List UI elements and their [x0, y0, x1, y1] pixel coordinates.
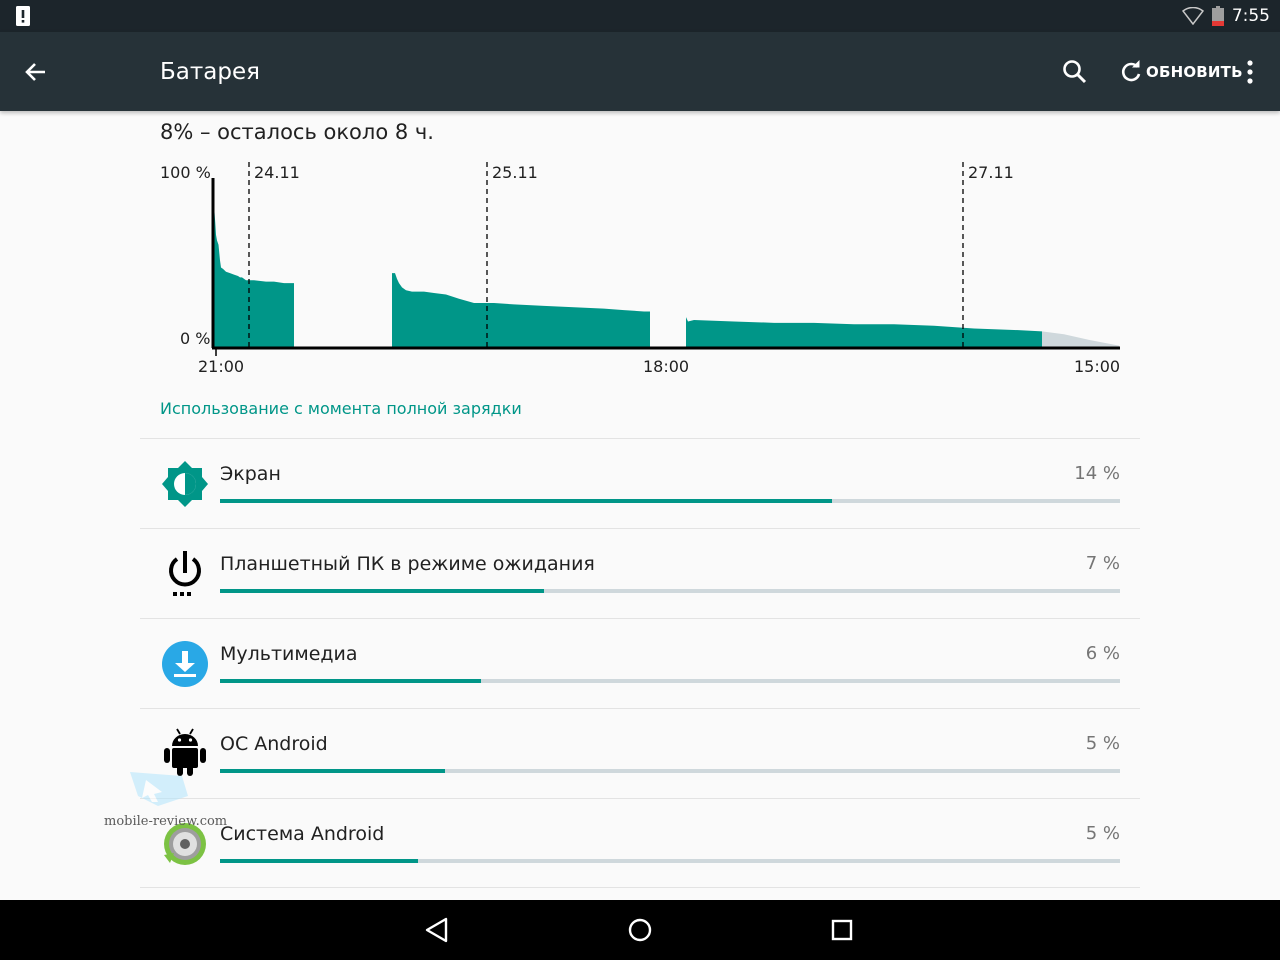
battery-level-segment	[686, 317, 1042, 347]
usage-bar	[220, 499, 1120, 503]
arrow-back-icon[interactable]	[20, 56, 52, 88]
x-label-15-00: 15:00	[1074, 357, 1120, 376]
date-marker-24-11: 24.11	[254, 163, 300, 182]
y-label-100: 100 %	[160, 163, 211, 182]
battery-level-segment	[392, 273, 650, 347]
usage-label: ОС Android	[220, 733, 328, 755]
nav-back-icon[interactable]	[423, 916, 451, 944]
more-vert-icon[interactable]	[1238, 58, 1262, 86]
usage-bar	[220, 679, 1120, 683]
action-bar: Батарея ОБНОВИТЬ	[0, 32, 1280, 111]
usage-bar-fill	[220, 859, 418, 863]
battery-low-icon	[1211, 6, 1224, 26]
usage-percent: 5 %	[1085, 733, 1120, 754]
watermark-logo	[130, 772, 188, 806]
usage-label: Мультимедиа	[220, 643, 358, 665]
y-label-0: 0 %	[180, 329, 210, 348]
usage-bar	[220, 769, 1120, 773]
battery-level-segment	[214, 205, 294, 347]
usage-percent: 5 %	[1085, 823, 1120, 844]
screen-brightness-icon	[162, 461, 208, 507]
alert-icon	[16, 6, 30, 26]
usage-percent: 6 %	[1085, 643, 1120, 664]
usage-label: Планшетный ПК в режиме ожидания	[220, 553, 595, 575]
refresh-button[interactable]: ОБНОВИТЬ	[1118, 58, 1243, 86]
download-icon	[162, 641, 208, 687]
usage-item-standby[interactable]: Планшетный ПК в режиме ожидания 7 %	[140, 528, 1140, 618]
battery-summary: 8% – осталось около 8 ч.	[160, 120, 434, 144]
x-label-21-00: 21:00	[198, 357, 244, 376]
status-bar: 7:55	[0, 0, 1280, 32]
nav-home-icon[interactable]	[627, 917, 653, 943]
navigation-bar	[0, 900, 1280, 960]
usage-item-multimedia[interactable]: Мультимедиа 6 %	[140, 618, 1140, 708]
usage-item-android-os[interactable]: ОС Android 5 %	[140, 708, 1140, 798]
usage-list: Экран 14 % Планшетный ПК в режиме ожидан…	[140, 438, 1140, 888]
watermark-text: mobile-review.com	[104, 814, 228, 829]
usage-bar	[220, 859, 1120, 863]
usage-bar	[220, 589, 1120, 593]
page-title: Батарея	[160, 59, 260, 85]
refresh-label: ОБНОВИТЬ	[1146, 63, 1243, 81]
wifi-icon	[1181, 7, 1204, 25]
battery-history-chart: 100 % 0 % 24.11 25.11 27.11 21:00 18:00 …	[160, 162, 1120, 376]
usage-item-screen[interactable]: Экран 14 %	[140, 438, 1140, 528]
search-icon[interactable]	[1060, 57, 1090, 87]
power-standby-icon	[169, 551, 201, 596]
refresh-icon	[1121, 60, 1141, 82]
usage-bar-fill	[220, 769, 445, 773]
usage-bar-fill	[220, 679, 481, 683]
usage-percent: 14 %	[1074, 463, 1120, 484]
x-label-18-00: 18:00	[643, 357, 689, 376]
usage-percent: 7 %	[1085, 553, 1120, 574]
usage-label: Система Android	[220, 823, 385, 845]
battery-prediction-area	[1042, 331, 1119, 347]
usage-item-android-system[interactable]: Система Android 5 %	[140, 798, 1140, 888]
usage-bar-fill	[220, 499, 832, 503]
usage-label: Экран	[220, 463, 281, 485]
date-marker-27-11: 27.11	[968, 163, 1014, 182]
chart-areas	[214, 205, 1119, 347]
date-marker-25-11: 25.11	[492, 163, 538, 182]
nav-recents-icon[interactable]	[829, 917, 855, 943]
section-header: Использование с момента полной зарядки	[160, 399, 522, 418]
status-time: 7:55	[1231, 6, 1270, 26]
usage-bar-fill	[220, 589, 544, 593]
